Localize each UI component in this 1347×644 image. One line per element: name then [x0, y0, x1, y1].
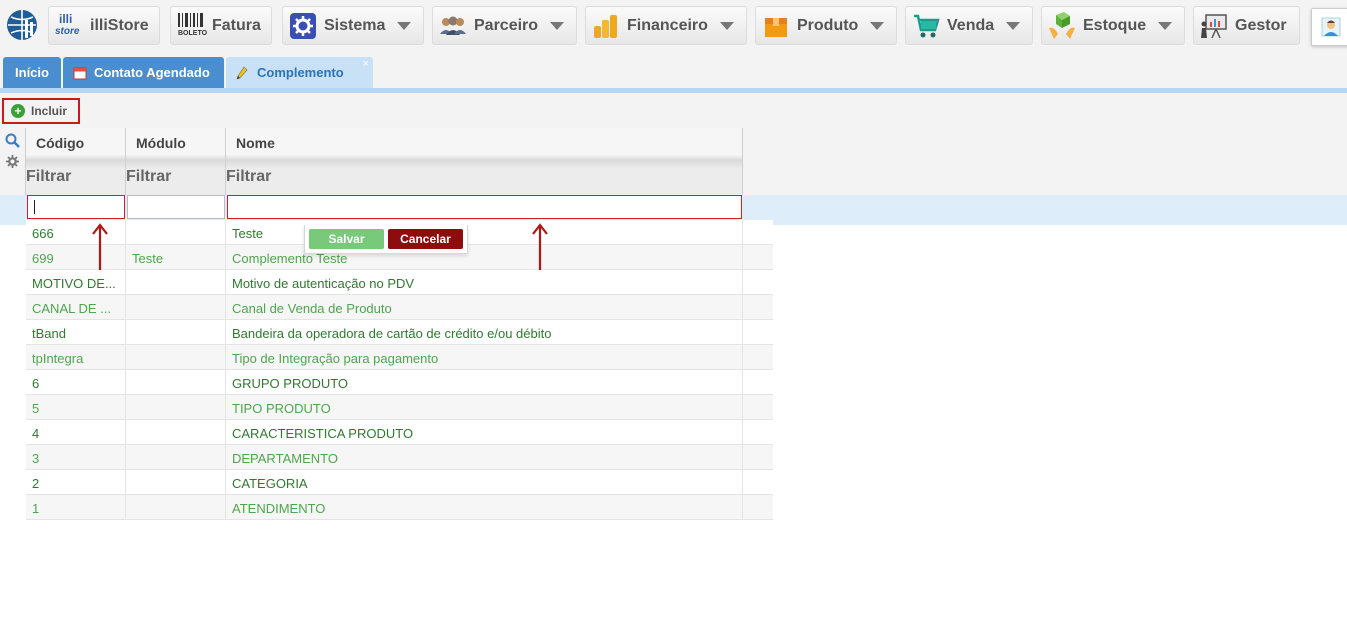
cell-nome: Bandeira da operadora de cartão de crédi… — [232, 326, 552, 341]
menu-sistema-label: Sistema — [324, 16, 386, 34]
cell-codigo: 2 — [32, 476, 40, 491]
menu-fatura-label: Fatura — [212, 16, 261, 34]
cancel-button[interactable]: Cancelar — [388, 229, 463, 249]
menu-financeiro[interactable]: Financeiro — [585, 6, 747, 45]
illistore-logo-icon: illi store — [55, 11, 80, 37]
cell-codigo: 1 — [32, 501, 40, 516]
hands-box-icon — [1049, 11, 1075, 39]
chevron-down-icon — [397, 21, 412, 30]
chevron-down-icon — [719, 21, 734, 30]
column-header-codigo[interactable]: Código Filtrar — [26, 128, 126, 195]
table-row[interactable]: CANAL DE ... Canal de Venda de Produto — [26, 295, 773, 320]
cell-nome: TIPO PRODUTO — [232, 401, 331, 416]
menu-gestor[interactable]: Gestor — [1193, 6, 1300, 45]
cell-modulo: Teste — [132, 251, 164, 266]
tab-inicio[interactable]: Início — [3, 57, 61, 88]
gear-settings-icon[interactable] — [5, 154, 20, 169]
plus-circle-icon: + — [11, 104, 25, 118]
menu-venda-label: Venda — [947, 16, 995, 34]
menu-parceiro-label: Parceiro — [474, 16, 539, 34]
chevron-down-icon — [1006, 21, 1021, 30]
barcode-boleto-icon: BOLETO — [177, 12, 207, 40]
gear-icon — [290, 12, 316, 39]
filter-label-modulo: Filtrar — [126, 168, 172, 185]
cell-nome: CARACTERISTICA PRODUTO — [232, 426, 414, 441]
cell-nome: ATENDIMENTO — [232, 501, 326, 516]
menu-fatura[interactable]: BOLETO Fatura — [170, 6, 272, 45]
user-avatar-icon — [1321, 17, 1341, 37]
table-row[interactable]: 6 GRUPO PRODUTO — [26, 370, 773, 395]
menu-sistema[interactable]: Sistema — [282, 6, 424, 45]
table-row[interactable]: 1 ATENDIMENTO — [26, 495, 773, 520]
edit-nome-input[interactable] — [227, 195, 742, 219]
table-row[interactable]: tBand Bandeira da operadora de cartão de… — [26, 320, 773, 345]
column-header-nome[interactable]: Nome Filtrar — [226, 128, 743, 195]
cell-codigo: CANAL DE ... — [32, 301, 111, 316]
presentation-icon — [1201, 13, 1227, 38]
menu-illistore[interactable]: illi store illiStore — [48, 6, 160, 45]
cell-nome: CATEGORIA — [232, 476, 308, 491]
top-menu-bar: illi store illiStore BOLETO Fatura Siste… — [0, 0, 1347, 50]
calendar-icon — [73, 67, 87, 79]
cell-codigo: tBand — [32, 326, 66, 341]
table-row[interactable]: tpIntegra Tipo de Integração para pagame… — [26, 345, 773, 370]
edit-codigo-input[interactable] — [27, 195, 125, 219]
menu-produto[interactable]: Produto — [755, 6, 897, 45]
cell-codigo: 6 — [32, 376, 40, 391]
cell-nome: GRUPO PRODUTO — [232, 376, 349, 391]
chevron-down-icon — [870, 21, 885, 30]
include-button[interactable]: + Incluir — [2, 98, 80, 124]
table-row[interactable]: 4 CARACTERISTICA PRODUTO — [26, 420, 773, 445]
cell-codigo: tpIntegra — [32, 351, 84, 366]
tab-contato-agendado[interactable]: Contato Agendado — [63, 57, 224, 88]
pencil-icon — [236, 65, 248, 80]
cell-codigo: 5 — [32, 401, 40, 416]
cart-icon — [914, 14, 940, 37]
annotation-arrow-icon — [532, 223, 548, 270]
filter-label-nome: Filtrar — [226, 168, 272, 185]
users-icon — [440, 16, 466, 35]
annotation-arrow-icon — [92, 223, 108, 270]
text-cursor — [34, 200, 35, 214]
table-row[interactable]: 5 TIPO PRODUTO — [26, 395, 773, 420]
grid-header: Código Filtrar Módulo Filtrar Nome Filtr… — [25, 128, 743, 195]
tab-complemento[interactable]: Complemento × — [226, 57, 373, 88]
cell-codigo: MOTIVO DE... — [32, 276, 116, 291]
filter-label-codigo: Filtrar — [26, 168, 72, 185]
chevron-down-icon — [550, 21, 565, 30]
coins-icon — [594, 14, 617, 38]
chevron-down-icon — [1158, 21, 1173, 30]
menu-gestor-label: Gestor — [1235, 16, 1287, 34]
table-row[interactable]: 2 CATEGORIA — [26, 470, 773, 495]
save-button[interactable]: Salvar — [309, 229, 384, 249]
menu-estoque-label: Estoque — [1083, 16, 1147, 34]
menu-illistore-label: illiStore — [90, 16, 149, 34]
cell-codigo: 4 — [32, 426, 40, 441]
table-row[interactable]: 3 DEPARTAMENTO — [26, 445, 773, 470]
edit-modulo-input[interactable] — [127, 195, 225, 219]
menu-estoque[interactable]: Estoque — [1041, 6, 1185, 45]
tab-close-icon[interactable]: × — [363, 58, 369, 70]
menu-produto-label: Produto — [797, 16, 859, 34]
box-icon — [765, 17, 787, 37]
menu-financeiro-label: Financeiro — [627, 16, 708, 34]
cell-nome: DEPARTAMENTO — [232, 451, 338, 466]
grid-body: 666 Teste 699 Teste Complemento Teste MO… — [26, 220, 773, 520]
menu-parceiro[interactable]: Parceiro — [432, 6, 577, 45]
column-header-modulo[interactable]: Módulo Filtrar — [126, 128, 226, 195]
app-globe-logo-icon[interactable] — [5, 8, 39, 42]
search-icon[interactable] — [5, 133, 20, 148]
menu-venda[interactable]: Venda — [905, 6, 1033, 45]
cell-nome: Canal de Venda de Produto — [232, 301, 392, 316]
cell-nome: Tipo de Integração para pagamento — [232, 351, 439, 366]
user-profile-button[interactable] — [1311, 8, 1347, 46]
cell-nome: Motivo de autenticação no PDV — [232, 276, 415, 291]
table-row[interactable]: MOTIVO DE... Motivo de autenticação no P… — [26, 270, 773, 295]
cell-codigo: 3 — [32, 451, 40, 466]
